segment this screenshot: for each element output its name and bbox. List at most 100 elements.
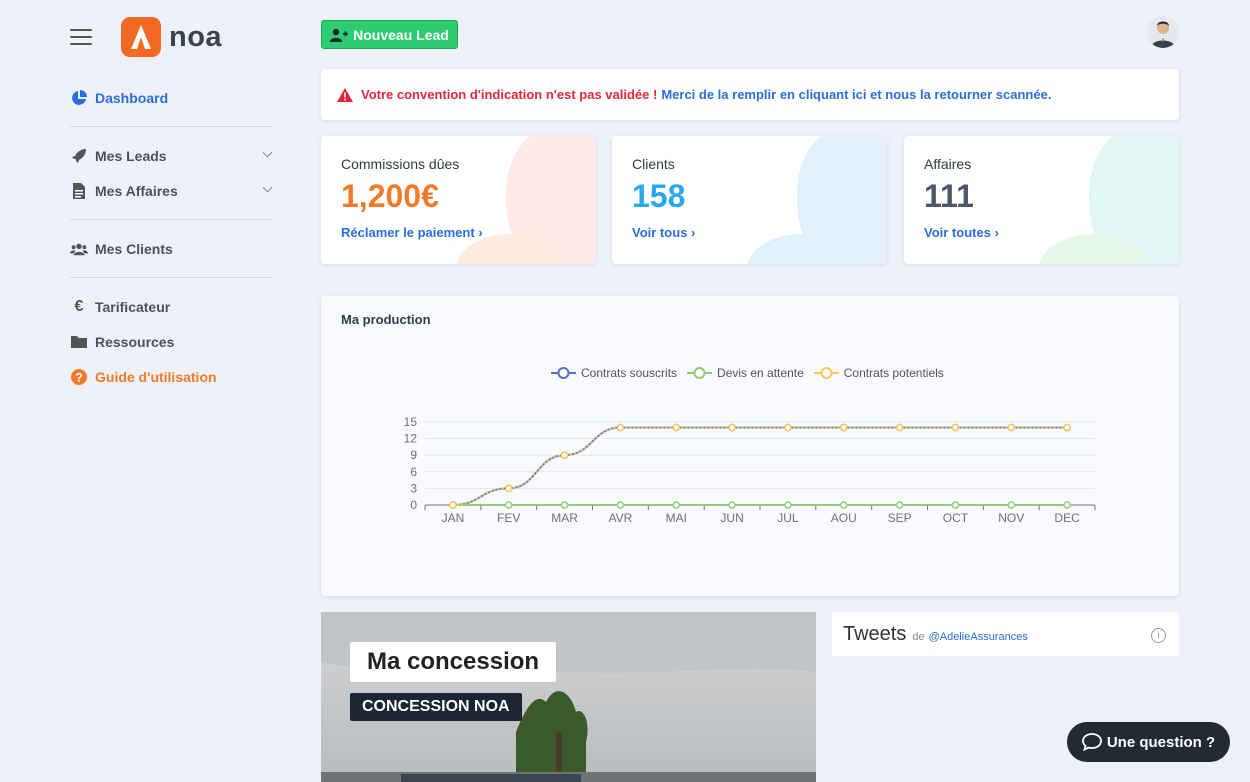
concession-badge: CONCESSION NOA (350, 693, 522, 721)
tweets-title: Tweets (843, 622, 907, 645)
help-label: Une question ? (1106, 733, 1216, 751)
chat-bubble-icon (1081, 733, 1102, 751)
sidebar-item-label: Guide d'utilisation (95, 368, 217, 385)
y-tick-label: 12 (404, 432, 418, 446)
data-point (616, 423, 625, 432)
svg-text:?: ? (75, 370, 82, 384)
divider (70, 277, 273, 278)
card-value: 111 (924, 178, 974, 214)
sidebar-item-label: Mes Clients (95, 240, 173, 257)
new-lead-label: Nouveau Lead (353, 26, 449, 43)
new-lead-button[interactable]: Nouveau Lead (321, 20, 458, 49)
alert-warning-text: Votre convention d'indication n'est pas … (361, 87, 658, 102)
hamburger-line (70, 36, 92, 38)
see-all-clients-link[interactable]: Voir tous › (632, 225, 695, 240)
x-tick-label: NOV (998, 511, 1024, 525)
data-point (951, 501, 960, 509)
concession-panel: Ma concession CONCESSION NOA (321, 612, 816, 782)
sidebar-item-mes-affaires[interactable]: Mes Affaires (70, 173, 273, 208)
x-tick-label: AOU (831, 511, 857, 525)
noa-logo-icon (121, 17, 161, 57)
info-icon[interactable]: i (1151, 628, 1166, 643)
card-value: 158 (632, 178, 686, 214)
sidebar-item-dashboard[interactable]: Dashboard (70, 80, 273, 115)
sidebar-item-mes-clients[interactable]: Mes Clients (70, 231, 273, 266)
card-link-label: Réclamer le paiement (341, 225, 475, 240)
data-point (616, 501, 625, 509)
x-tick-label: MAI (666, 511, 687, 525)
tweets-handle-link[interactable]: @AdelieAssurances (929, 631, 1028, 643)
series-line-3 (452, 426, 1068, 506)
sidebar-item-label: Ressources (95, 333, 175, 350)
question-circle-icon: ? (70, 368, 88, 386)
sidebar-item-label: Tarificateur (95, 298, 171, 315)
data-point (895, 423, 904, 432)
x-tick-label: JAN (442, 511, 465, 525)
y-tick-label: 6 (410, 465, 417, 479)
brand-logo[interactable]: noa (121, 17, 222, 57)
data-point (560, 451, 569, 459)
x-tick-label: JUL (777, 511, 799, 525)
sidebar-item-ressources[interactable]: Ressources (70, 324, 273, 359)
sidebar-item-guide[interactable]: ? Guide d'utilisation (70, 359, 273, 394)
sidebar-item-label: Mes Leads (95, 147, 167, 164)
alert-link[interactable]: Merci de la remplir en cliquant ici et n… (661, 87, 1051, 102)
user-plus-icon (330, 28, 349, 42)
sidebar-item-mes-leads[interactable]: Mes Leads (70, 138, 273, 173)
menu-toggle-button[interactable] (70, 29, 92, 45)
brand-name: noa (169, 20, 223, 53)
sidebar-nav: Dashboard Mes Leads Mes Affaires Mes Cli… (70, 80, 273, 394)
user-avatar[interactable] (1147, 16, 1179, 48)
commissions-card: Commissions dûes 1,200€ Réclamer le paie… (321, 136, 596, 264)
affaires-card: Affaires 111 Voir toutes › (904, 136, 1179, 264)
data-point (560, 501, 569, 509)
x-tick-label: AVR (609, 511, 633, 525)
y-tick-label: 9 (410, 448, 417, 462)
hamburger-line (70, 29, 92, 31)
chevron-right-icon: › (691, 225, 696, 240)
data-point (672, 423, 680, 432)
euro-icon: € (74, 297, 84, 315)
data-point (784, 423, 792, 432)
data-point (784, 501, 792, 509)
data-point (1063, 423, 1071, 432)
x-tick-label: SEP (888, 511, 912, 525)
rocket-icon (70, 147, 88, 165)
x-tick-label: OCT (943, 511, 969, 525)
convention-alert: Votre convention d'indication n'est pas … (321, 69, 1179, 120)
reclaim-payment-link[interactable]: Réclamer le paiement › (341, 225, 483, 240)
sidebar-item-tarificateur[interactable]: € Tarificateur (70, 289, 273, 324)
data-point (840, 423, 848, 432)
divider (70, 219, 273, 220)
x-tick-label: MAR (551, 511, 578, 525)
data-point (728, 423, 736, 432)
data-point (728, 501, 736, 509)
card-title: Clients (632, 156, 675, 172)
sidebar-item-label: Dashboard (95, 89, 169, 106)
pie-chart-icon (70, 89, 88, 107)
data-point (1007, 423, 1015, 432)
concession-title: Ma concession (350, 642, 557, 682)
chevron-down-icon (262, 182, 273, 193)
sidebar-item-label: Mes Affaires (95, 182, 178, 199)
y-tick-label: 3 (410, 481, 417, 495)
help-chat-button[interactable]: Une question ? (1067, 722, 1230, 762)
users-icon (70, 240, 88, 258)
see-all-affaires-link[interactable]: Voir toutes › (924, 225, 999, 240)
chevron-right-icon: › (478, 225, 483, 240)
data-point (672, 501, 680, 509)
warning-icon (337, 87, 353, 102)
production-line-chart: 0 3 6 9 12 15 JAN FEV MAR AVR MAI JUN JUL AOU SEP OCT NO… (404, 415, 1096, 525)
data-point (505, 484, 513, 493)
data-point (840, 501, 848, 509)
series-line-1 (452, 426, 1068, 506)
tweets-widget: Tweets de @AdelieAssurances i (832, 612, 1179, 656)
x-tick-label: JUN (720, 511, 743, 525)
card-link-label: Voir tous (632, 225, 688, 240)
chevron-down-icon (262, 147, 273, 158)
x-tick-label: DEC (1054, 511, 1080, 525)
y-tick-label: 15 (404, 415, 418, 429)
data-point (951, 423, 960, 432)
card-title: Affaires (924, 156, 972, 172)
data-point (1007, 501, 1015, 509)
